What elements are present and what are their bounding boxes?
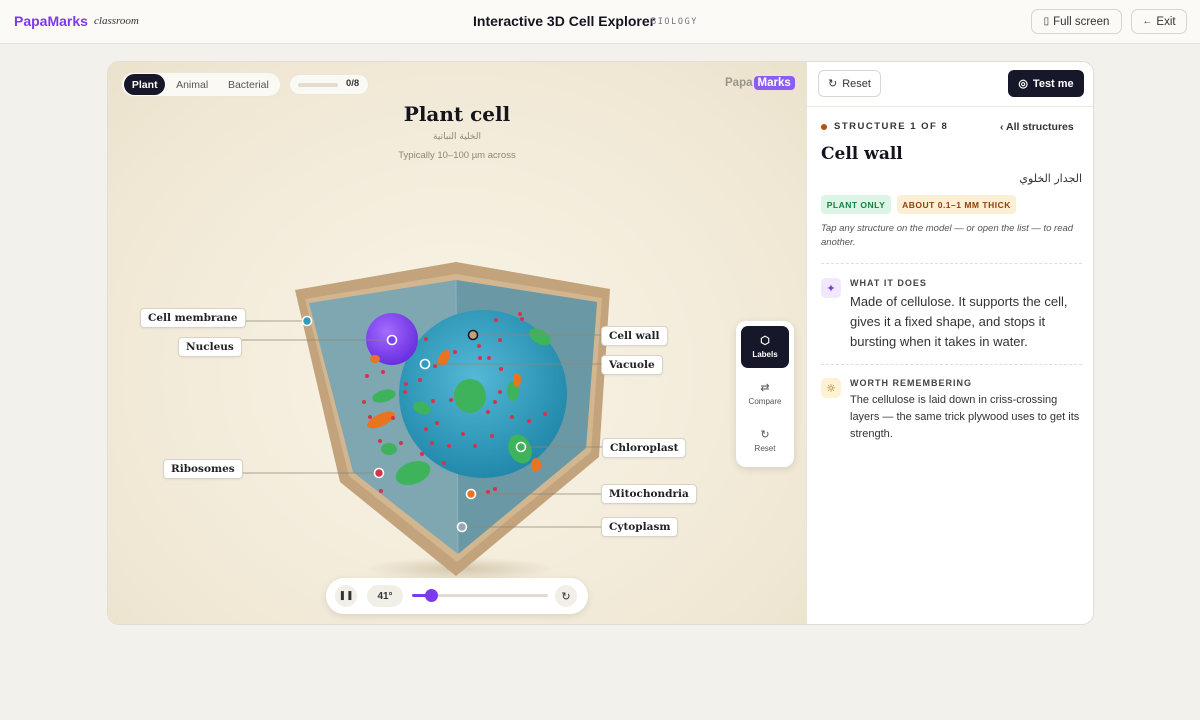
- size-badge: ABOUT 0.1–1 MM THICK: [897, 195, 1016, 214]
- all-structures-label: All structures: [1006, 121, 1074, 133]
- refresh-icon: ↻: [760, 428, 770, 441]
- fullscreen-label: Full screen: [1053, 15, 1110, 28]
- tab-bacterial[interactable]: Bacterial: [219, 74, 278, 95]
- structure-counter: STRUCTURE 1 OF 8: [834, 121, 949, 132]
- all-structures-link[interactable]: ‹ All structures: [1000, 121, 1074, 133]
- label-cytoplasm[interactable]: Cytoplasm: [601, 517, 679, 537]
- remember-heading: WORTH REMEMBERING: [850, 378, 972, 388]
- hotspot-nucleus: [386, 334, 398, 346]
- panel-divider: [807, 106, 1093, 107]
- label-mitochondria[interactable]: Mitochondria: [601, 484, 697, 504]
- scope-badge: PLANT ONLY: [821, 195, 891, 214]
- hotspot-cytoplasm: [456, 521, 468, 533]
- progress-text: 0/8: [346, 78, 360, 89]
- section-divider: [821, 263, 1082, 264]
- tag-icon: ⬡: [760, 334, 770, 347]
- structure-title-arabic: الجدار الخلوي: [1019, 172, 1082, 185]
- logo-left: Papa: [725, 77, 753, 89]
- labels-toggle-text: Labels: [752, 349, 778, 359]
- what-body: Made of cellulose. It supports the cell,…: [850, 294, 1068, 349]
- refresh-icon: ↻: [828, 78, 838, 90]
- viewer-logo: Papa Marks: [725, 76, 795, 90]
- progress-track: [298, 83, 338, 87]
- hotspot-vacuole: [419, 358, 431, 370]
- check-circle-icon: ◎: [1018, 78, 1028, 90]
- cell-title-arabic: الخلية النباتية: [433, 132, 481, 142]
- rotation-bar: ❚❚ 41° ↻: [326, 578, 588, 614]
- panel-hint: Tap any structure on the model — or open…: [821, 223, 1074, 248]
- rotation-slider-thumb[interactable]: [425, 589, 439, 602]
- panel-reset-button[interactable]: ↻ Reset: [818, 70, 881, 97]
- compare-button[interactable]: ⇄ Compare: [741, 373, 789, 415]
- compare-text: Compare: [748, 396, 782, 406]
- remember-body: The cellulose is laid down in criss-cros…: [850, 394, 1080, 440]
- tab-animal[interactable]: Animal: [167, 74, 216, 95]
- test-me-button[interactable]: ◎ Test me: [1008, 70, 1084, 97]
- arrow-left-icon: ←: [1142, 16, 1153, 27]
- subject-label: BIOLOGY: [651, 17, 699, 27]
- cell-size: Typically 10–100 µm across: [398, 150, 516, 161]
- refresh-icon: ↻: [561, 589, 571, 603]
- tab-plant[interactable]: Plant: [124, 74, 166, 95]
- info-panel: ↻ Reset ◎ Test me STRUCTURE 1 OF 8 ‹ All…: [806, 62, 1093, 624]
- top-bar: PapaMarks classroom Interactive 3D Cell …: [0, 0, 1200, 44]
- hotspot-chloroplast: [515, 441, 527, 453]
- sparkle-icon: ✦: [821, 278, 841, 298]
- label-nucleus[interactable]: Nucleus: [178, 337, 242, 357]
- label-cell-wall[interactable]: Cell wall: [601, 326, 668, 346]
- sun-icon: ☼: [821, 378, 841, 398]
- progress-indicator: 0/8: [289, 74, 369, 95]
- swap-arrows-icon: ⇄: [760, 381, 770, 394]
- cell-type-tabs: Plant Animal Bacterial: [121, 72, 281, 97]
- label-vacuole[interactable]: Vacuole: [601, 355, 663, 375]
- hotspot-cell-membrane: [301, 315, 313, 327]
- label-cell-membrane[interactable]: Cell membrane: [140, 308, 246, 328]
- hotspot-cell-wall: [467, 329, 479, 341]
- fullscreen-button[interactable]: ▯ Full screen: [1031, 9, 1122, 34]
- hotspot-ribosomes: [373, 467, 385, 479]
- cell-title: Plant cell: [403, 102, 511, 126]
- logo-badge: Marks: [753, 76, 795, 90]
- structure-dot: [821, 124, 827, 130]
- view-reset-button[interactable]: ↻ Reset: [741, 420, 789, 462]
- section-divider: [821, 364, 1082, 365]
- exit-button[interactable]: ← Exit: [1131, 9, 1187, 34]
- cell-viewer[interactable]: Plant Animal Bacterial 0/8 Papa Marks Pl…: [108, 62, 806, 624]
- structure-title: Cell wall: [821, 144, 903, 164]
- view-tools: ⬡ Labels ⇄ Compare ↻ Reset: [736, 321, 794, 467]
- app-title: Interactive 3D Cell Explorer: [473, 13, 656, 29]
- test-me-label: Test me: [1032, 77, 1074, 90]
- rotation-angle: 41°: [367, 585, 403, 607]
- exit-label: Exit: [1156, 15, 1176, 28]
- hotspot-mitochondria: [465, 488, 477, 500]
- pause-button[interactable]: ❚❚: [335, 585, 357, 607]
- brand-subtitle: classroom: [94, 15, 139, 27]
- explorer-card: Plant Animal Bacterial 0/8 Papa Marks Pl…: [107, 61, 1094, 625]
- panel-reset-label: Reset: [842, 77, 871, 90]
- label-chloroplast[interactable]: Chloroplast: [602, 438, 687, 458]
- screen-icon: ▯: [1043, 16, 1050, 27]
- what-heading: WHAT IT DOES: [850, 278, 927, 288]
- pause-icon: ❚❚: [338, 591, 354, 601]
- rotation-reset-button[interactable]: ↻: [555, 585, 577, 607]
- rotation-slider[interactable]: [412, 589, 548, 602]
- label-ribosomes[interactable]: Ribosomes: [163, 459, 243, 479]
- brand-logo[interactable]: PapaMarks: [14, 13, 88, 29]
- view-reset-text: Reset: [754, 443, 776, 453]
- labels-toggle[interactable]: ⬡ Labels: [741, 326, 789, 368]
